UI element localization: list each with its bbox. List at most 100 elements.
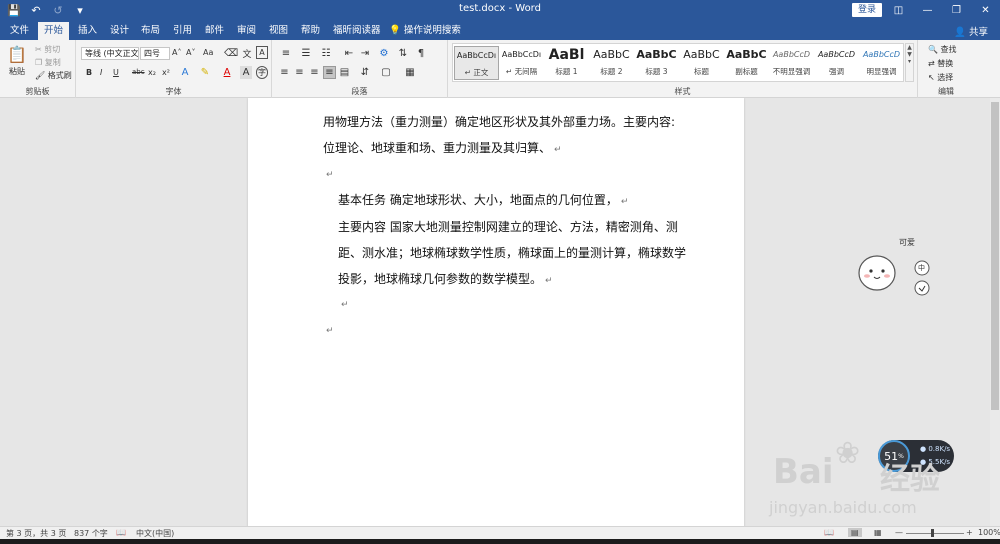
restore-icon[interactable]: ❐ [942, 0, 971, 20]
cut-button[interactable]: ✂ 剪切 [35, 44, 60, 55]
bullets-icon[interactable]: ≡ [278, 46, 294, 60]
vertical-scrollbar[interactable] [990, 98, 1000, 526]
shrink-font-button[interactable]: A˅ [186, 48, 195, 57]
document-area: 用物理方法（重力测量）确定地区形状及其外部重力场。主要内容: 位理论、地球重和场… [0, 98, 1000, 526]
chinese-layout-icon[interactable]: ⚙ [376, 46, 392, 60]
save-icon[interactable]: 💾 [6, 2, 22, 18]
text-effects-icon[interactable]: A [179, 66, 191, 79]
find-button[interactable]: 🔍 查找 [928, 44, 957, 55]
font-size-select[interactable]: 四号 [140, 47, 170, 60]
clear-format-icon[interactable]: ⌫ [224, 46, 238, 60]
tab-foxit[interactable]: 福昕阅读器 [327, 22, 387, 40]
paragraph[interactable]: ↵ [338, 296, 349, 310]
tab-file[interactable]: 文件 [4, 22, 35, 40]
paragraph[interactable]: 位理论、地球重和场、重力测量及其归算、 ↵ [323, 139, 562, 156]
zoom-slider[interactable] [906, 533, 964, 534]
tab-review[interactable]: 审阅 [231, 22, 262, 40]
paragraph[interactable]: 用物理方法（重力测量）确定地区形状及其外部重力场。主要内容: [323, 113, 675, 130]
tell-me-search[interactable]: 💡 操作说明搜索 [383, 22, 467, 40]
borders-icon[interactable]: ▦ [402, 66, 418, 79]
format-painter-button[interactable]: 🖌 格式刷 [35, 70, 72, 81]
zoom-slider-thumb[interactable] [931, 529, 934, 537]
grow-font-button[interactable]: A˄ [172, 48, 181, 57]
change-case-button[interactable]: Aa [203, 48, 213, 57]
tab-view[interactable]: 视图 [263, 22, 294, 40]
shading-icon[interactable]: ▢ [378, 66, 394, 79]
scrollbar-thumb[interactable] [991, 102, 999, 410]
char-border-icon[interactable]: A [256, 46, 268, 59]
read-mode-icon[interactable]: 📖 [824, 528, 834, 537]
customize-qat-icon[interactable]: ▾ [72, 2, 88, 18]
tell-me-label: 操作说明搜索 [403, 25, 461, 36]
sort-icon[interactable]: ⇅ [396, 46, 410, 60]
distributed-icon[interactable]: ▤ [338, 66, 351, 79]
cut-label: 剪切 [44, 45, 61, 54]
ribbon-display-icon[interactable]: ◫ [884, 0, 913, 20]
paragraph[interactable]: ↵ [323, 322, 334, 336]
floating-sticker[interactable]: 可爱 中 [855, 235, 940, 305]
superscript-button[interactable]: x² [162, 68, 170, 77]
subscript-button[interactable]: x₂ [148, 68, 156, 77]
align-center-icon[interactable]: ≡ [293, 66, 306, 79]
find-label: 查找 [940, 45, 957, 54]
window-title: test.docx - Word [459, 3, 541, 14]
web-layout-icon[interactable]: ▦ [874, 528, 882, 537]
paragraph[interactable]: 距、测水准；地球椭球数学性质，椭球面上的量测计算，椭球数学 [338, 244, 686, 261]
align-left-icon[interactable]: ≡ [278, 66, 291, 79]
share-button[interactable]: 👤 共享 [954, 24, 988, 38]
paragraph-text: 主要内容 国家大地测量控制网建立的理论、方法，精密测角、测 [338, 220, 678, 234]
tab-layout[interactable]: 布局 [135, 22, 166, 40]
underline-button[interactable]: U [113, 68, 119, 77]
language-indicator[interactable]: 中文(中国) [136, 528, 174, 539]
strikethrough-button[interactable]: abc [132, 68, 145, 76]
network-speed-widget[interactable]: 51% ● 0.8K/s ● 5.5K/s [878, 440, 954, 472]
align-right-icon[interactable]: ≡ [308, 66, 321, 79]
select-button[interactable]: ↖ 选择 [928, 72, 953, 83]
tab-references[interactable]: 引用 [167, 22, 198, 40]
multilevel-list-icon[interactable]: ☷ [318, 46, 334, 60]
document-page[interactable]: 用物理方法（重力测量）确定地区形状及其外部重力场。主要内容: 位理论、地球重和场… [248, 98, 744, 526]
numbering-icon[interactable]: ☰ [298, 46, 314, 60]
increase-indent-icon[interactable]: ⇥ [358, 46, 372, 60]
font-name-select[interactable]: 等线 (中文正文) [81, 47, 139, 60]
replace-button[interactable]: ⇄ 替换 [928, 58, 953, 69]
paste-label[interactable]: 粘贴 [9, 66, 25, 77]
word-count[interactable]: 837 个字 [74, 528, 108, 539]
tab-mailings[interactable]: 邮件 [199, 22, 230, 40]
ribbon: 📋 粘贴 ✂ 剪切 ❐ 复制 🖌 格式刷 剪贴板 等线 (中文正文) 四号 A˄… [0, 40, 1000, 98]
minimize-icon[interactable]: — [913, 0, 942, 20]
tab-home[interactable]: 开始 [38, 22, 70, 40]
close-icon[interactable]: ✕ [971, 0, 1000, 20]
line-spacing-icon[interactable]: ⇵ [357, 66, 373, 79]
zoom-in-button[interactable]: + [966, 528, 973, 537]
print-layout-icon[interactable]: ▤ [848, 528, 862, 537]
paragraph[interactable]: 基本任务 确定地球形状、大小，地面点的几何位置， ↵ [338, 191, 628, 208]
char-shading-icon[interactable]: A [240, 66, 252, 79]
phonetic-guide-icon[interactable]: 文 [240, 46, 254, 60]
show-marks-icon[interactable]: ¶ [414, 46, 428, 60]
proofing-icon[interactable]: 📖 [116, 528, 126, 537]
redo-icon[interactable]: ↺ [50, 2, 66, 18]
paragraph[interactable]: ↵ [323, 166, 334, 180]
bold-button[interactable]: B [86, 68, 92, 77]
paste-icon[interactable]: 📋 [7, 44, 27, 64]
justify-icon[interactable]: ≡ [323, 66, 336, 79]
highlight-color-icon[interactable]: ✎ [198, 66, 212, 79]
paragraph[interactable]: 投影，地球椭球几何参数的数学模型。 ↵ [338, 270, 553, 287]
page-count[interactable]: 第 3 页，共 3 页 [6, 528, 66, 539]
decrease-indent-icon[interactable]: ⇤ [342, 46, 356, 60]
zoom-level[interactable]: 100% [978, 528, 1000, 537]
sticker-lang-button[interactable]: 中 [918, 263, 925, 273]
undo-icon[interactable]: ↶ [28, 2, 44, 18]
font-color-icon[interactable]: A [221, 66, 233, 79]
paragraph[interactable]: 主要内容 国家大地测量控制网建立的理论、方法，精密测角、测 [338, 218, 678, 235]
tab-insert[interactable]: 插入 [72, 22, 103, 40]
enclose-char-icon[interactable]: 字 [256, 66, 268, 79]
tab-design[interactable]: 设计 [104, 22, 135, 40]
tab-help[interactable]: 帮助 [295, 22, 326, 40]
login-button[interactable]: 登录 [852, 3, 882, 17]
italic-button[interactable]: I [100, 68, 102, 77]
paragraph-text: 基本任务 确定地球形状、大小，地面点的几何位置， [338, 193, 618, 207]
zoom-out-button[interactable]: — [895, 528, 903, 537]
copy-button[interactable]: ❐ 复制 [35, 57, 61, 68]
